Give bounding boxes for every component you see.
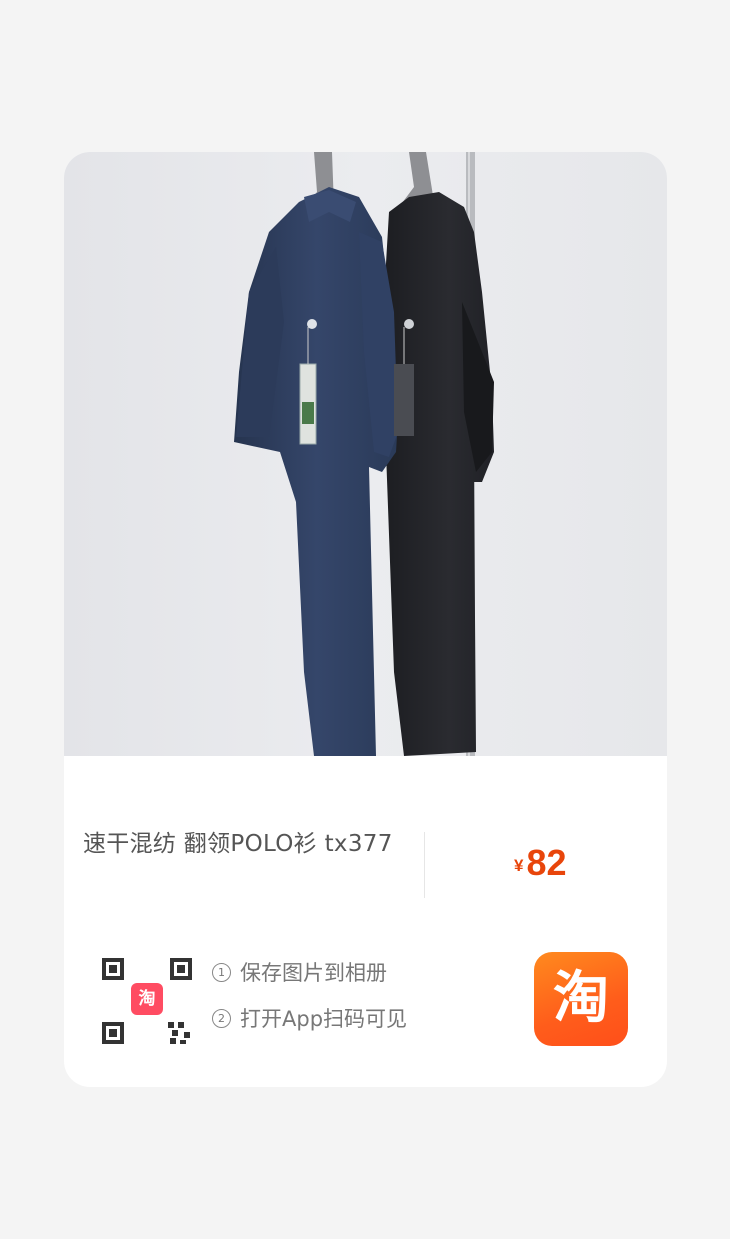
taobao-app-icon[interactable]: 淘: [534, 952, 628, 1046]
taobao-logo-char: 淘: [553, 966, 609, 1031]
qr-center-logo: 淘: [139, 988, 156, 1009]
product-image[interactable]: [64, 152, 667, 756]
qr-code: 淘: [100, 952, 194, 1046]
step-number: 1: [212, 962, 231, 982]
step-text: 保存图片到相册: [240, 961, 387, 985]
currency-symbol: ¥: [514, 856, 524, 875]
step-open-app: 2 打开App扫码可见: [212, 1003, 407, 1033]
divider: [424, 832, 425, 898]
product-title: 速干混纺 翻领POLO衫 tx377: [83, 831, 393, 857]
share-card: 速干混纺 翻领POLO衫 tx377 ¥82 淘 1 保存图片到相册 2 打开A…: [64, 152, 667, 1087]
step-save-image: 1 保存图片到相册: [212, 957, 407, 987]
product-price: ¥82: [514, 842, 567, 884]
price-value: 82: [526, 842, 567, 883]
scan-instructions: 1 保存图片到相册 2 打开App扫码可见: [212, 957, 407, 1049]
product-photo: [64, 152, 667, 756]
step-number: 2: [212, 1008, 231, 1028]
step-text: 打开App扫码可见: [240, 1007, 408, 1031]
